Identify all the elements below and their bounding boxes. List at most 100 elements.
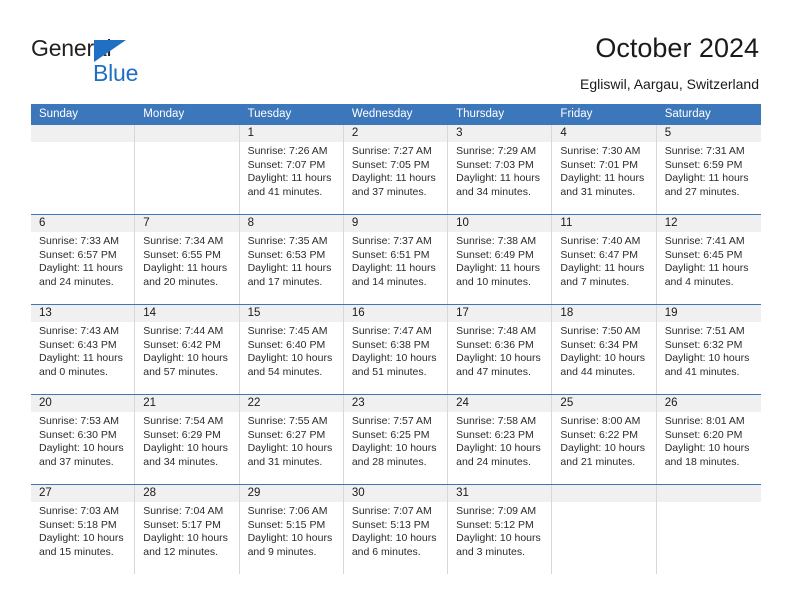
calendar-day-cell[interactable]: 5 Sunrise: 7:31 AM Sunset: 6:59 PM Daylight… <box>656 125 761 214</box>
calendar-day-cell[interactable]: 15 Sunrise: 7:45 AM Sunset: 6:40 PM Dayligh… <box>239 305 344 394</box>
daylight-text-line2: and 20 minutes. <box>143 275 218 288</box>
daylight-text-line1: Daylight: 10 hours <box>143 532 228 545</box>
calendar-day-cell[interactable]: 25 Sunrise: 8:00 AM Sunset: 6:22 PM Dayligh… <box>552 395 657 484</box>
daylight-text-line2: and 7 minutes. <box>560 275 630 288</box>
daylight-text-line1: Daylight: 11 hours <box>247 262 332 275</box>
daylight-text-line1: Daylight: 10 hours <box>247 532 333 545</box>
sunset-text: Sunset: 5:15 PM <box>247 518 326 531</box>
calendar-day-cell[interactable]: 22 Sunrise: 7:55 AM Sunset: 6:27 PM Dayligh… <box>239 395 344 484</box>
calendar-day-cell[interactable]: 31 Sunrise: 7:09 AM Sunset: 5:12 PM Dayligh… <box>448 485 553 574</box>
daylight-text-line1: Daylight: 10 hours <box>351 442 437 455</box>
calendar-day-cell[interactable]: 27 Sunrise: 7:03 AM Sunset: 5:18 PM Dayligh… <box>31 485 136 574</box>
day-number <box>656 485 761 502</box>
day-number: 17 <box>448 305 552 322</box>
daylight-text-line1: Daylight: 11 hours <box>456 262 540 275</box>
calendar-day-cell[interactable]: 7 Sunrise: 7:34 AM Sunset: 6:55 PM Daylight… <box>135 215 240 304</box>
daylight-text-line1: Daylight: 11 hours <box>351 262 436 275</box>
calendar-week-row: 6 Sunrise: 7:33 AM Sunset: 6:57 PM Daylight… <box>31 214 761 304</box>
calendar-day-cell[interactable]: 11 Sunrise: 7:40 AM Sunset: 6:47 PM Dayligh… <box>552 215 657 304</box>
calendar-day-cell[interactable]: 18 Sunrise: 7:50 AM Sunset: 6:34 PM Dayligh… <box>552 305 657 394</box>
calendar-day-cell[interactable]: 23 Sunrise: 7:57 AM Sunset: 6:25 PM Dayligh… <box>343 395 449 484</box>
day-number: 5 <box>656 125 761 142</box>
calendar-day-cell[interactable]: 26 Sunrise: 8:01 AM Sunset: 6:20 PM Dayligh… <box>656 395 761 484</box>
calendar-day-cell-empty <box>656 485 761 574</box>
sunrise-text: Sunrise: 7:50 AM <box>560 325 641 337</box>
sunset-text: Sunset: 6:30 PM <box>39 428 117 441</box>
sunrise-text: Sunrise: 7:37 AM <box>351 235 432 247</box>
day-number: 21 <box>135 395 239 412</box>
sunrise-text: Sunrise: 7:54 AM <box>143 415 224 427</box>
calendar-day-cell[interactable]: 29 Sunrise: 7:06 AM Sunset: 5:15 PM Dayligh… <box>239 485 344 574</box>
day-sun-info: Sunrise: 7:26 AM Sunset: 7:07 PM Daylight:… <box>240 142 343 199</box>
calendar-day-cell[interactable]: 9 Sunrise: 7:37 AM Sunset: 6:51 PM Daylight… <box>343 215 449 304</box>
sunrise-text: Sunrise: 7:53 AM <box>39 415 119 427</box>
daylight-text-line1: Daylight: 10 hours <box>456 352 541 365</box>
calendar-day-cell[interactable]: 28 Sunrise: 7:04 AM Sunset: 5:17 PM Dayligh… <box>135 485 240 574</box>
day-sun-info: Sunrise: 7:30 AM Sunset: 7:01 PM Daylight:… <box>552 142 655 199</box>
calendar-day-cell[interactable]: 16 Sunrise: 7:47 AM Sunset: 6:38 PM Dayligh… <box>343 305 449 394</box>
day-sun-info: Sunrise: 7:31 AM Sunset: 6:59 PM Daylight:… <box>657 142 761 199</box>
sunset-text: Sunset: 6:43 PM <box>39 338 117 351</box>
calendar-day-cell[interactable]: 8 Sunrise: 7:35 AM Sunset: 6:53 PM Daylight… <box>239 215 344 304</box>
daylight-text-line2: and 12 minutes. <box>143 545 218 558</box>
calendar-day-cell[interactable]: 13 Sunrise: 7:43 AM Sunset: 6:43 PM Dayligh… <box>31 305 136 394</box>
sunrise-text: Sunrise: 7:48 AM <box>456 325 537 337</box>
day-number: 12 <box>656 215 761 232</box>
calendar-day-cell[interactable]: 4 Sunrise: 7:30 AM Sunset: 7:01 PM Daylight… <box>552 125 657 214</box>
calendar-day-cell[interactable]: 1 Sunrise: 7:26 AM Sunset: 7:07 PM Daylight… <box>239 125 344 214</box>
calendar-day-cell[interactable]: 21 Sunrise: 7:54 AM Sunset: 6:29 PM Dayligh… <box>135 395 240 484</box>
sunset-text: Sunset: 6:38 PM <box>351 338 430 351</box>
daylight-text-line2: and 31 minutes. <box>247 455 323 468</box>
daylight-text-line2: and 28 minutes. <box>351 455 427 468</box>
calendar-day-cell[interactable]: 10 Sunrise: 7:38 AM Sunset: 6:49 PM Dayligh… <box>448 215 553 304</box>
day-sun-info: Sunrise: 7:09 AM Sunset: 5:12 PM Daylight:… <box>448 502 551 559</box>
calendar-day-cell[interactable]: 24 Sunrise: 7:58 AM Sunset: 6:23 PM Dayligh… <box>448 395 553 484</box>
calendar-day-cell[interactable]: 2 Sunrise: 7:27 AM Sunset: 7:05 PM Daylight… <box>343 125 449 214</box>
sunrise-text: Sunrise: 7:26 AM <box>247 145 328 157</box>
sunset-text: Sunset: 6:32 PM <box>664 338 743 351</box>
weekday-header-thursday: Thursday <box>456 108 505 120</box>
calendar-day-cell[interactable]: 19 Sunrise: 7:51 AM Sunset: 6:32 PM Dayligh… <box>656 305 761 394</box>
calendar-day-cell[interactable]: 6 Sunrise: 7:33 AM Sunset: 6:57 PM Daylight… <box>31 215 136 304</box>
sunrise-text: Sunrise: 7:58 AM <box>456 415 537 427</box>
daylight-text-line2: and 21 minutes. <box>560 455 636 468</box>
calendar-day-cell[interactable]: 12 Sunrise: 7:41 AM Sunset: 6:45 PM Dayligh… <box>656 215 761 304</box>
sunset-text: Sunset: 6:20 PM <box>664 428 743 441</box>
sunset-text: Sunset: 5:17 PM <box>143 518 221 531</box>
general-blue-logo[interactable]: General Blue <box>31 34 211 88</box>
daylight-text-line2: and 37 minutes. <box>351 185 427 198</box>
daylight-text-line2: and 3 minutes. <box>456 545 526 558</box>
day-number: 3 <box>448 125 552 142</box>
sunset-text: Sunset: 7:05 PM <box>351 158 430 171</box>
day-number: 7 <box>135 215 239 232</box>
calendar-day-cell[interactable]: 20 Sunrise: 7:53 AM Sunset: 6:30 PM Dayligh… <box>31 395 136 484</box>
calendar-day-cell[interactable]: 17 Sunrise: 7:48 AM Sunset: 6:36 PM Dayligh… <box>448 305 553 394</box>
day-sun-info: Sunrise: 7:55 AM Sunset: 6:27 PM Daylight:… <box>240 412 343 469</box>
sunset-text: Sunset: 6:25 PM <box>351 428 430 441</box>
daylight-text-line1: Daylight: 11 hours <box>351 172 436 185</box>
day-sun-info: Sunrise: 7:33 AM Sunset: 6:57 PM Daylight:… <box>31 232 134 289</box>
daylight-text-line2: and 34 minutes. <box>456 185 531 198</box>
day-number: 28 <box>135 485 239 502</box>
day-number: 1 <box>239 125 343 142</box>
sunset-text: Sunset: 6:51 PM <box>351 248 430 261</box>
sunrise-text: Sunrise: 7:33 AM <box>39 235 119 247</box>
calendar-week-row: 1 Sunrise: 7:26 AM Sunset: 7:07 PM Daylight… <box>31 125 761 214</box>
sunrise-text: Sunrise: 7:03 AM <box>39 505 119 517</box>
day-sun-info: Sunrise: 7:03 AM Sunset: 5:18 PM Daylight:… <box>31 502 134 559</box>
day-number: 30 <box>343 485 448 502</box>
sunset-text: Sunset: 6:22 PM <box>560 428 639 441</box>
sunrise-text: Sunrise: 7:27 AM <box>351 145 432 157</box>
weekday-header-friday: Friday <box>560 108 593 120</box>
sunrise-text: Sunrise: 8:01 AM <box>664 415 745 427</box>
weekday-header-sunday: Sunday <box>39 108 79 120</box>
sunrise-text: Sunrise: 7:45 AM <box>247 325 328 337</box>
calendar-day-cell[interactable]: 14 Sunrise: 7:44 AM Sunset: 6:42 PM Dayligh… <box>135 305 240 394</box>
calendar-day-cell[interactable]: 30 Sunrise: 7:07 AM Sunset: 5:13 PM Dayligh… <box>343 485 449 574</box>
sunset-text: Sunset: 6:55 PM <box>143 248 221 261</box>
day-sun-info: Sunrise: 7:43 AM Sunset: 6:43 PM Daylight:… <box>31 322 134 379</box>
sunrise-text: Sunrise: 7:09 AM <box>456 505 537 517</box>
day-sun-info: Sunrise: 8:00 AM Sunset: 6:22 PM Daylight:… <box>552 412 655 469</box>
day-number: 31 <box>448 485 552 502</box>
calendar-day-cell[interactable]: 3 Sunrise: 7:29 AM Sunset: 7:03 PM Daylight… <box>448 125 553 214</box>
